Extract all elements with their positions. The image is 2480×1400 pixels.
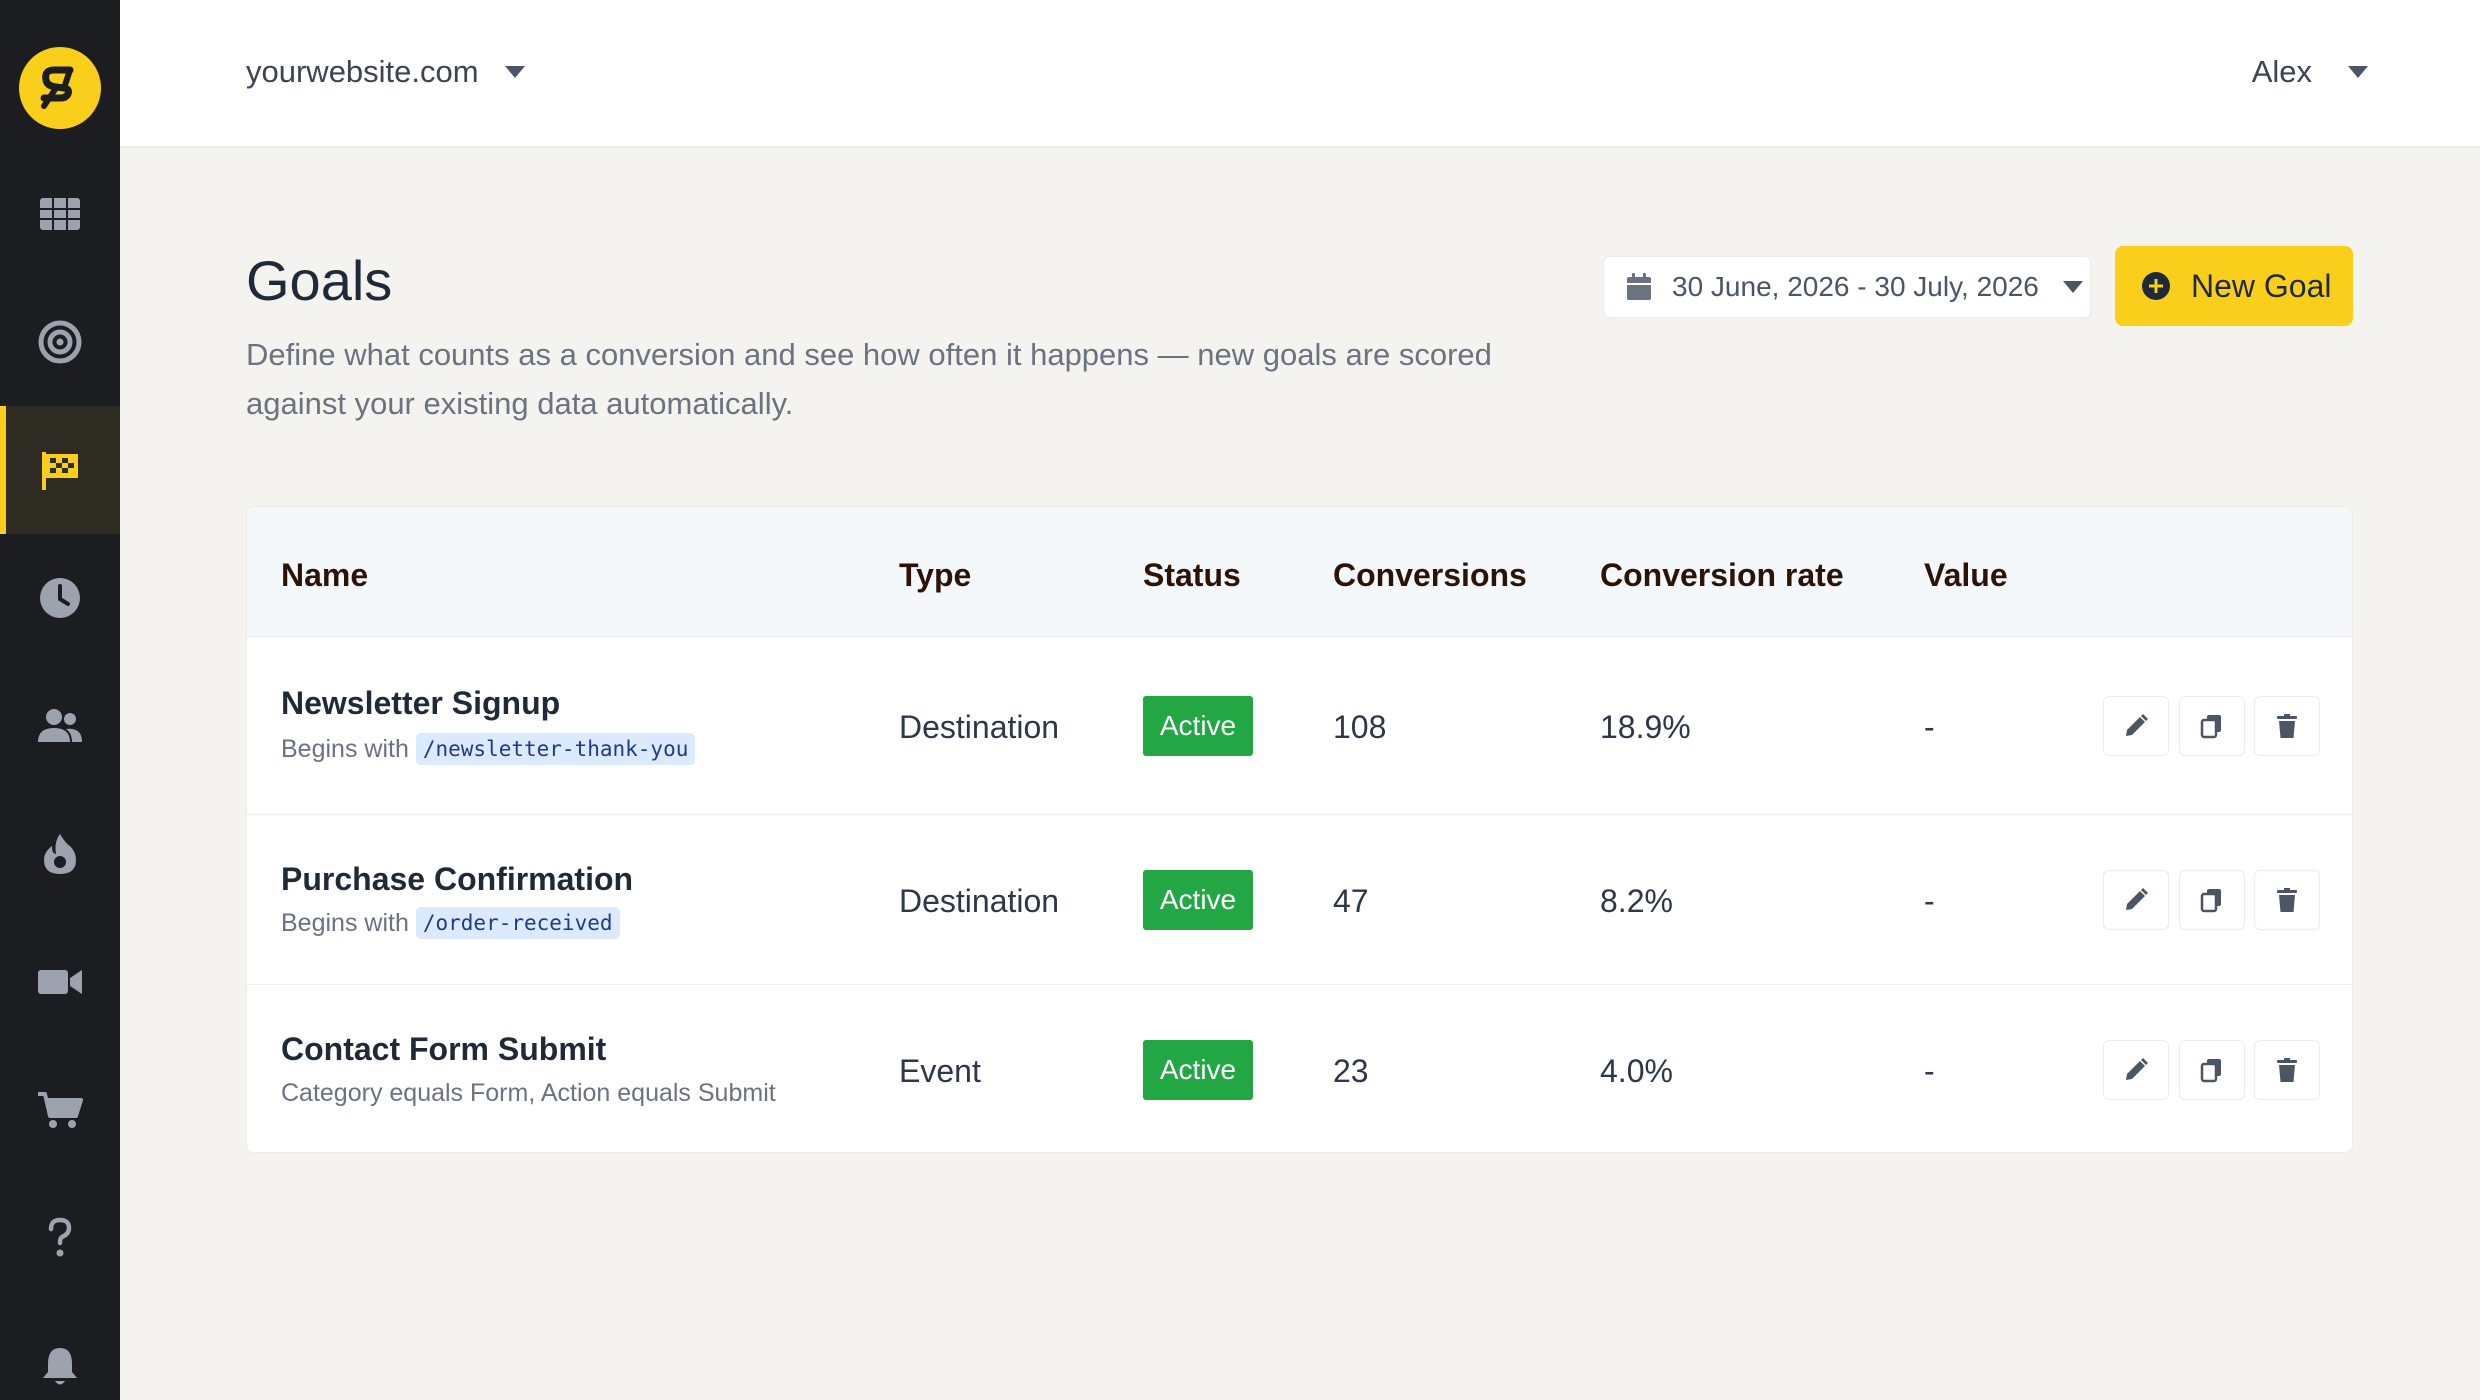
copy-icon	[2200, 1059, 2221, 1083]
sidebar-item-heatmaps[interactable]	[0, 790, 120, 918]
goal-rule-text: Category equals Form, Action equals Subm…	[281, 1079, 776, 1107]
pencil-icon	[2126, 1058, 2148, 1080]
chevron-down-icon	[2348, 66, 2368, 78]
video-camera-icon	[38, 970, 82, 994]
new-goal-button[interactable]: New Goal	[2115, 246, 2353, 326]
topbar: yourwebsite.com Alex	[120, 0, 2480, 148]
goal-name[interactable]: Purchase Confirmation	[281, 861, 633, 898]
app-logo[interactable]	[19, 47, 101, 129]
goal-conversions: 108	[1333, 709, 1387, 745]
trash-icon	[2277, 1058, 2297, 1082]
delete-button[interactable]	[2254, 870, 2320, 930]
goal-rule-prefix: Begins with	[281, 734, 409, 763]
column-header-status[interactable]: Status	[1143, 557, 1241, 594]
status-badge: Active	[1143, 1040, 1253, 1100]
date-range-picker[interactable]: 30 June, 2026 - 30 July, 2026	[1603, 256, 2091, 318]
column-header-name[interactable]: Name	[281, 557, 368, 594]
page-title: Goals	[246, 249, 393, 312]
site-selector[interactable]: yourwebsite.com	[246, 54, 525, 90]
sidebar-item-realtime[interactable]	[0, 534, 120, 662]
copy-icon	[2200, 715, 2221, 739]
goal-type: Event	[899, 1053, 981, 1089]
goal-conversion-rate: 18.9%	[1600, 709, 1691, 745]
users-icon	[38, 709, 82, 742]
chevron-down-icon	[2062, 281, 2083, 293]
goal-conversions: 23	[1333, 1053, 1369, 1089]
goal-rule: Begins with /order-received	[281, 907, 620, 939]
goal-type: Destination	[899, 709, 1060, 745]
new-goal-label: New Goal	[2191, 267, 2332, 304]
sidebar-item-notifications[interactable]	[0, 1302, 120, 1400]
duplicate-button[interactable]	[2179, 870, 2245, 930]
fire-icon	[44, 834, 76, 874]
table-row: Contact Form Submit Category equals Form…	[247, 985, 2352, 1152]
column-header-conversion-rate[interactable]: Conversion rate	[1600, 557, 1844, 594]
duplicate-button[interactable]	[2179, 696, 2245, 756]
goal-name[interactable]: Newsletter Signup	[281, 685, 560, 722]
sidebar-item-target[interactable]	[0, 278, 120, 406]
table-row: Newsletter Signup Begins with /newslette…	[247, 637, 2352, 815]
logo-s-icon	[40, 66, 74, 109]
question-icon	[48, 1217, 72, 1257]
pencil-icon	[2126, 888, 2148, 910]
goal-rule-path: /newsletter-thank-you	[415, 733, 696, 765]
goal-rule-path: /order-received	[415, 907, 620, 939]
delete-button[interactable]	[2254, 696, 2320, 756]
grid-icon	[40, 198, 80, 230]
site-selector-label: yourwebsite.com	[246, 54, 479, 89]
edit-button[interactable]	[2103, 870, 2169, 930]
sidebar-item-visitors[interactable]	[0, 662, 120, 790]
goal-rule: Category equals Form, Action equals Subm…	[281, 1079, 776, 1108]
goal-value: -	[1924, 1053, 1935, 1089]
checkered-flag-icon	[42, 452, 78, 490]
goal-name[interactable]: Contact Form Submit	[281, 1031, 606, 1068]
sidebar	[0, 0, 120, 1400]
sidebar-item-recordings[interactable]	[0, 918, 120, 1046]
clock-icon	[40, 578, 80, 618]
duplicate-button[interactable]	[2179, 1040, 2245, 1100]
status-badge: Active	[1143, 696, 1253, 756]
trash-icon	[2277, 888, 2297, 912]
pencil-icon	[2126, 714, 2148, 736]
goal-rule: Begins with /newsletter-thank-you	[281, 733, 696, 765]
column-header-type[interactable]: Type	[899, 557, 971, 594]
sidebar-item-goals[interactable]	[0, 406, 120, 534]
table-row: Purchase Confirmation Begins with /order…	[247, 815, 2352, 985]
bell-icon	[43, 1348, 77, 1385]
user-menu-label: Alex	[2251, 54, 2312, 89]
sidebar-item-help[interactable]	[0, 1174, 120, 1302]
page-description: Define what counts as a conversion and s…	[246, 337, 1492, 421]
goal-type: Destination	[899, 883, 1060, 919]
goals-table: Name Type Status Conversions Conversion …	[246, 506, 2353, 1153]
user-menu[interactable]: Alex	[2252, 54, 2368, 90]
table-header: Name Type Status Conversions Conversion …	[247, 507, 2352, 637]
plus-circle-icon	[2142, 272, 2170, 300]
edit-button[interactable]	[2103, 696, 2169, 756]
goal-conversions: 47	[1333, 883, 1369, 919]
copy-icon	[2200, 889, 2221, 913]
goal-value: -	[1924, 709, 1935, 745]
shopping-cart-icon	[38, 1092, 83, 1128]
target-icon	[38, 320, 82, 364]
delete-button[interactable]	[2254, 1040, 2320, 1100]
sidebar-item-ecommerce[interactable]	[0, 1046, 120, 1174]
column-header-value[interactable]: Value	[1924, 557, 2008, 594]
column-header-conversions[interactable]: Conversions	[1333, 557, 1527, 594]
edit-button[interactable]	[2103, 1040, 2169, 1100]
sidebar-item-dashboard[interactable]	[0, 150, 120, 278]
trash-icon	[2277, 714, 2297, 738]
goal-value: -	[1924, 883, 1935, 919]
goal-conversion-rate: 4.0%	[1600, 1053, 1673, 1089]
chevron-down-icon	[504, 66, 525, 78]
goal-conversion-rate: 8.2%	[1600, 883, 1673, 919]
status-badge: Active	[1143, 870, 1253, 930]
goal-rule-prefix: Begins with	[281, 908, 409, 937]
date-range-label: 30 June, 2026 - 30 July, 2026	[1672, 271, 2039, 302]
calendar-icon	[1627, 273, 1651, 300]
